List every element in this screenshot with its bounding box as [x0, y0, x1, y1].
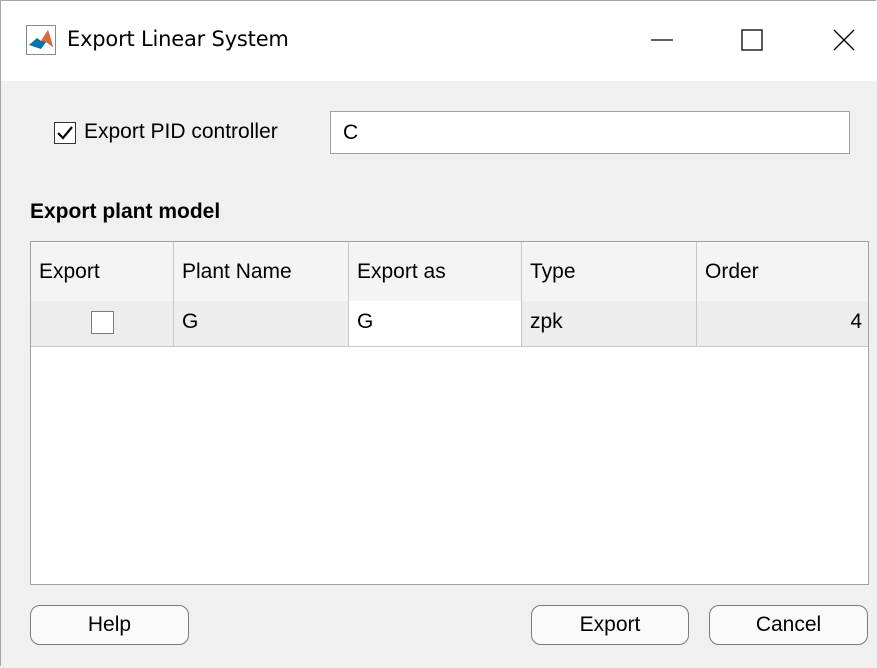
close-button[interactable] [811, 15, 877, 65]
type-cell: zpk [522, 301, 697, 346]
table-header: Export Plant Name Export as Type Order [31, 242, 868, 302]
table-row: G G zpk 4 [31, 301, 868, 347]
column-header-export: Export [31, 242, 174, 301]
export-button[interactable]: Export [531, 605, 689, 645]
order-cell: 4 [697, 301, 868, 346]
column-header-type: Type [522, 242, 697, 301]
close-icon [833, 29, 855, 51]
minimize-icon [651, 29, 673, 51]
maximize-button[interactable] [719, 15, 785, 65]
export-pid-label[interactable]: Export PID controller [84, 120, 278, 144]
column-header-export-as: Export as [349, 242, 522, 301]
maximize-icon [741, 29, 763, 51]
dialog-content: Export PID controller Export plant model… [1, 81, 877, 668]
matlab-icon [26, 25, 56, 55]
plant-name-cell: G [174, 301, 349, 346]
export-as-cell[interactable]: G [349, 301, 522, 346]
export-plant-checkbox[interactable] [91, 311, 114, 334]
export-linear-system-dialog: Export Linear System Export PID controll… [0, 0, 877, 668]
cancel-button[interactable]: Cancel [709, 605, 868, 645]
window-title: Export Linear System [67, 27, 289, 51]
export-cell [31, 301, 174, 346]
title-bar[interactable]: Export Linear System [1, 1, 877, 81]
plant-table: Export Plant Name Export as Type Order G… [30, 241, 869, 585]
help-button[interactable]: Help [30, 605, 189, 645]
minimize-button[interactable] [629, 15, 695, 65]
plant-section-title: Export plant model [30, 200, 221, 223]
column-header-plant-name: Plant Name [174, 242, 349, 301]
pid-controller-name-input[interactable] [330, 111, 850, 154]
column-header-order: Order [705, 260, 759, 283]
export-pid-checkbox[interactable] [54, 122, 76, 144]
